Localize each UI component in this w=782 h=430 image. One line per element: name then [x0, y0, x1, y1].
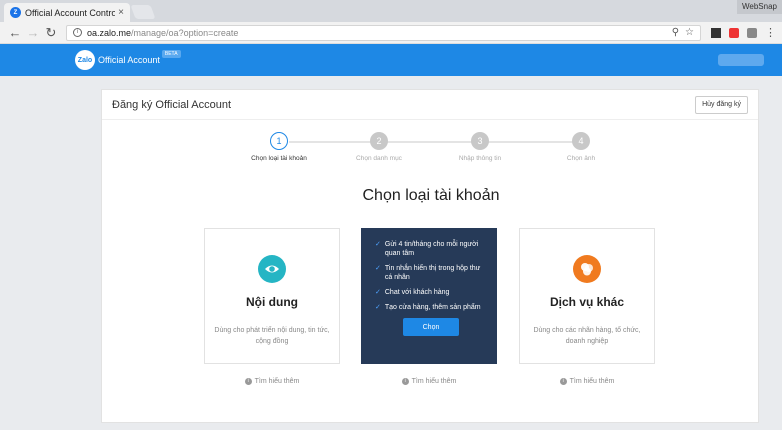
content-eye-icon — [258, 255, 286, 283]
choose-button[interactable]: Chọn — [403, 318, 459, 336]
card-header: Đăng ký Official Account Hủy đăng ký — [102, 90, 758, 120]
check-icon: ✓ — [375, 265, 381, 272]
check-icon: ✓ — [375, 304, 381, 311]
services-icon — [573, 255, 601, 283]
browser-toolbar: ← → ↻ i oa.zalo.me /manage/oa?option=cre… — [0, 22, 782, 44]
feature-item: ✓ Tạo cửa hàng, thêm sản phẩm — [375, 303, 487, 312]
zoom-icon[interactable]: ⚲ — [672, 27, 679, 38]
brand-name: Official Account — [98, 55, 160, 65]
extension-book-icon[interactable] — [711, 27, 721, 38]
browser-tabbar: Z Official Account Control × WebSnap — [0, 0, 782, 22]
tab-close-icon[interactable]: × — [118, 7, 124, 18]
zalo-header: Zalo Official Account BETA — [0, 44, 782, 76]
url-path: /manage/oa?option=create — [131, 27, 239, 38]
check-icon: ✓ — [375, 289, 381, 296]
learn-more-text: Tìm hiểu thêm — [569, 378, 615, 385]
register-card: Đăng ký Official Account Hủy đăng ký 1 C… — [101, 89, 759, 423]
back-arrow-icon[interactable]: ← — [6, 25, 24, 40]
option-services-desc: Dùng cho các nhãn hàng, tổ chức, doanh n… — [533, 327, 641, 345]
feature-text: Tạo cửa hàng, thêm sản phẩm — [384, 304, 481, 311]
step-4-circle: 4 — [572, 132, 590, 150]
learn-more-text: Tìm hiểu thêm — [411, 378, 457, 385]
step-3-circle: 3 — [471, 132, 489, 150]
extension-record-icon[interactable] — [729, 27, 739, 38]
step-2: 2 Chọn danh mục — [339, 132, 419, 162]
zalo-favicon-icon: Z — [10, 7, 21, 18]
step-4: 4 Chọn ảnh — [541, 132, 621, 162]
feature-text: Chat với khách hàng — [384, 289, 450, 296]
tab-title: Official Account Control — [25, 7, 116, 18]
url-host: oa.zalo.me — [87, 27, 132, 38]
step-4-label: Chọn ảnh — [566, 155, 596, 162]
feature-item: ✓ Tin nhắn hiển thị trong hộp thư cá nhân — [375, 264, 487, 282]
step-1-circle: 1 — [270, 132, 288, 150]
info-circle-icon: i — [401, 378, 409, 385]
corner-label: WebSnap — [737, 0, 782, 14]
menu-dots-icon[interactable]: ⋮ — [765, 26, 776, 39]
extension-camera-icon[interactable] — [747, 27, 757, 38]
step-2-label: Chọn danh mục — [356, 155, 402, 162]
option-content[interactable]: Nội dung Dùng cho phát triển nội dung, t… — [204, 228, 340, 364]
new-tab-button[interactable] — [130, 5, 156, 19]
info-circle-icon: i — [244, 378, 252, 385]
option-services-title: Dịch vụ khác — [549, 295, 625, 309]
check-icon: ✓ — [375, 241, 381, 248]
step-3-label: Nhập thông tin — [458, 155, 502, 162]
page-heading: Chọn loại tài khoản — [362, 187, 500, 204]
learn-more-text: Tìm hiểu thêm — [254, 378, 300, 385]
step-2-circle: 2 — [370, 132, 388, 150]
user-account-area[interactable] — [718, 54, 764, 66]
feature-text: Gửi 4 tin/tháng cho mỗi người quan tâm — [384, 241, 479, 257]
learn-more-link[interactable]: i Tìm hiểu thêm — [361, 378, 497, 385]
zalo-logo[interactable]: Zalo — [75, 50, 95, 70]
step-3: 3 Nhập thông tin — [440, 132, 520, 162]
feature-text: Tin nhắn hiển thị trong hộp thư cá nhân — [384, 265, 481, 281]
option-other-services[interactable]: Dịch vụ khác Dùng cho các nhãn hàng, tổ … — [519, 228, 655, 364]
address-bar[interactable]: i oa.zalo.me /manage/oa?option=create ⚲ … — [66, 24, 701, 41]
option-features-card[interactable]: ✓ Gửi 4 tin/tháng cho mỗi người quan tâm … — [361, 228, 497, 364]
browser-tab[interactable]: Z Official Account Control × — [4, 3, 130, 22]
learn-more-link[interactable]: i Tìm hiểu thêm — [519, 378, 655, 385]
cancel-registration-button[interactable]: Hủy đăng ký — [695, 95, 748, 114]
reload-icon[interactable]: ↻ — [42, 25, 60, 41]
info-circle-icon: i — [559, 378, 567, 385]
step-1-label: Chọn loại tài khoản — [251, 155, 307, 162]
option-content-title: Nội dung — [246, 295, 298, 309]
step-1: 1 Chọn loại tài khoản — [239, 132, 319, 162]
feature-item: ✓ Chat với khách hàng — [375, 288, 487, 297]
info-icon[interactable]: i — [73, 28, 82, 37]
forward-arrow-icon[interactable]: → — [24, 25, 42, 40]
option-content-desc: Dùng cho phát triển nội dung, tin tức, c… — [214, 327, 330, 345]
card-title: Đăng ký Official Account — [112, 98, 232, 111]
stepper-line — [289, 141, 580, 143]
bookmark-star-icon[interactable]: ☆ — [685, 27, 694, 38]
feature-item: ✓ Gửi 4 tin/tháng cho mỗi người quan tâm — [375, 240, 487, 258]
beta-badge: BETA — [161, 50, 181, 58]
learn-more-link[interactable]: i Tìm hiểu thêm — [204, 378, 340, 385]
